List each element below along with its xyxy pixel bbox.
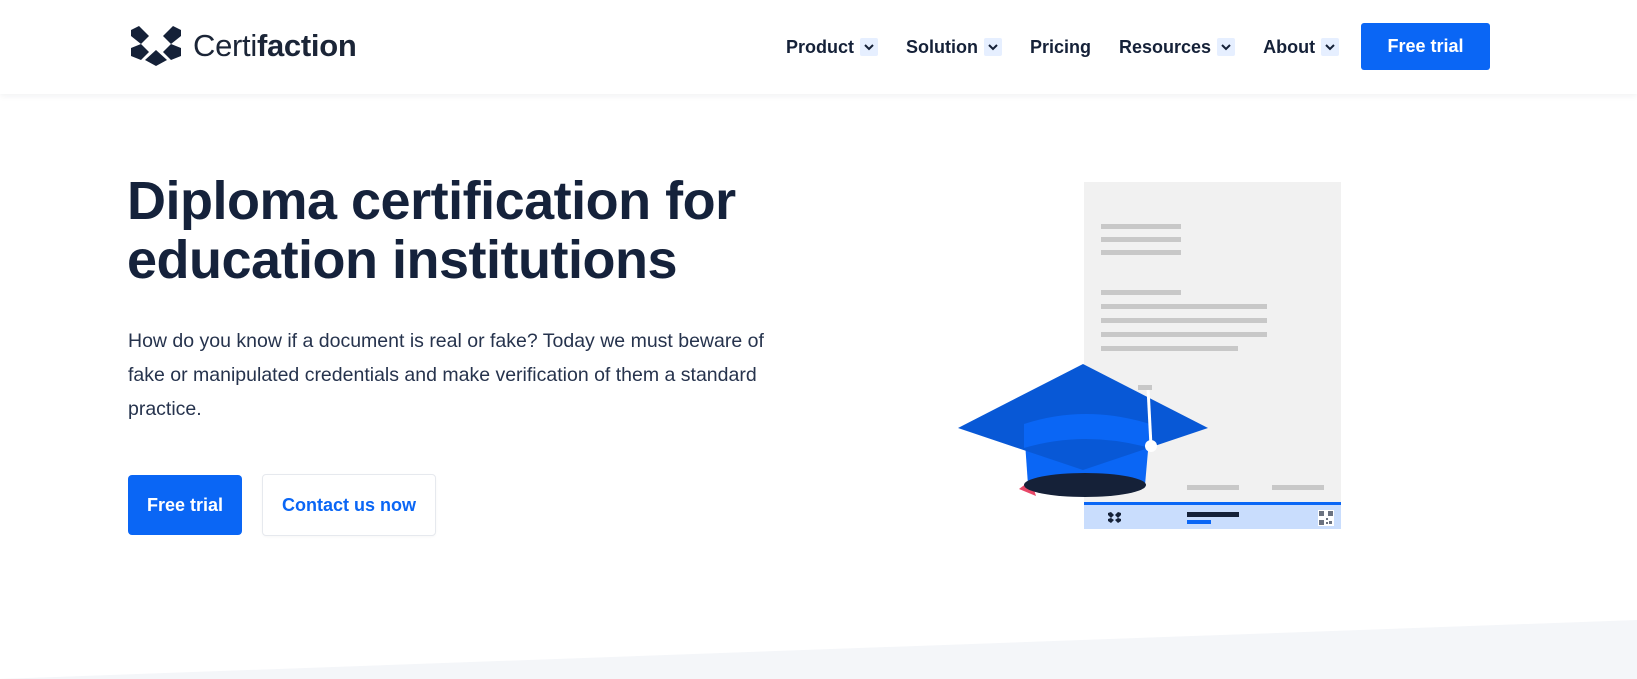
section-divider [0,600,1637,679]
header-free-trial-button[interactable]: Free trial [1361,23,1490,70]
nav-item-label: Product [786,36,855,57]
nav-item-resources[interactable]: Resources [1119,34,1236,60]
nav-item-about[interactable]: About [1263,34,1340,60]
logo-link[interactable]: Certifaction [131,26,357,66]
hero-title-line2: education institutions [127,230,678,290]
diploma-illustration [950,178,1350,543]
main-nav: Product Solution Pricing Resources About [786,34,1367,60]
hero-title: Diploma certification for education inst… [127,172,827,290]
chevron-down-icon [1217,38,1236,56]
logo-wordmark: Certifaction [193,28,357,63]
certifaction-logo-icon [131,26,181,66]
site-header: Certifaction Product Solution Pricing Re… [0,0,1637,94]
nav-item-pricing[interactable]: Pricing [1030,34,1091,60]
hero-free-trial-button[interactable]: Free trial [128,475,242,535]
hero-title-line1: Diploma certification for [127,171,736,231]
nav-item-label: Pricing [1030,36,1092,57]
nav-item-label: Resources [1119,36,1212,57]
nav-item-label: Solution [906,36,978,57]
chevron-down-icon [860,38,879,56]
qr-code-icon [1318,510,1334,526]
chevron-down-icon [984,38,1002,56]
hero-description: How do you know if a document is real or… [128,330,764,420]
nav-item-solution[interactable]: Solution [906,34,1002,60]
contact-us-button[interactable]: Contact us now [262,474,436,536]
nav-item-label: About [1263,36,1316,57]
chevron-down-icon [1321,38,1340,56]
nav-item-product[interactable]: Product [786,34,879,60]
